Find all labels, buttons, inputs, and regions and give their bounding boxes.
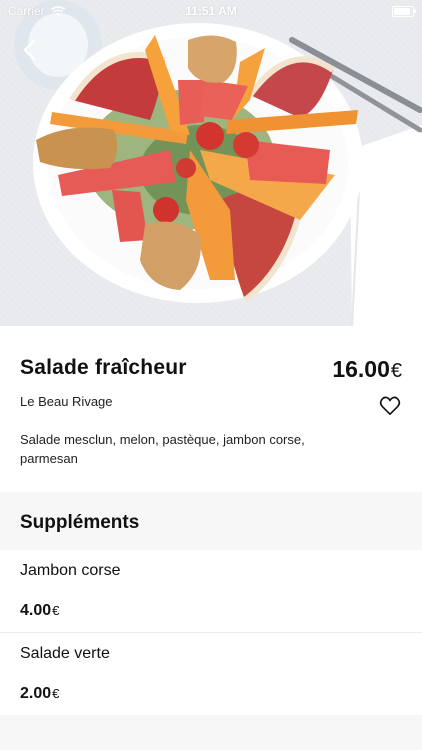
dish-details-card: Salade fraîcheur 16.00 € Le Beau Rivage … xyxy=(0,326,422,492)
dish-photo: Carrier 11:51 AM xyxy=(0,0,422,326)
dish-price-currency: € xyxy=(390,360,402,382)
supplements-title: Suppléments xyxy=(20,512,140,533)
favorite-button[interactable] xyxy=(376,394,404,422)
back-button[interactable] xyxy=(16,36,44,64)
status-time: 11:51 AM xyxy=(185,4,237,18)
supplement-price: 4.00 € xyxy=(20,602,59,620)
dish-price: 16.00 € xyxy=(332,356,402,383)
status-bar: Carrier 11:51 AM xyxy=(0,0,422,22)
heart-outline-icon xyxy=(379,396,401,421)
supplement-item[interactable]: Jambon corse 4.00 € xyxy=(0,550,422,632)
battery-icon xyxy=(392,5,416,17)
supplement-price-currency: € xyxy=(52,686,60,701)
wifi-icon xyxy=(50,6,65,16)
dish-price-value: 16.00 xyxy=(332,356,390,382)
supplement-name: Jambon corse xyxy=(20,562,121,579)
carrier-label: Carrier xyxy=(8,4,45,18)
supplement-name: Salade verte xyxy=(20,645,110,662)
supplement-price-value: 4.00 xyxy=(20,602,52,619)
chevron-left-icon xyxy=(22,39,38,61)
supplement-item[interactable]: Salade verte 2.00 € xyxy=(0,633,422,715)
dish-name: Salade fraîcheur xyxy=(20,356,187,379)
supplements-header: Suppléments xyxy=(0,492,422,550)
restaurant-name: Le Beau Rivage xyxy=(20,394,113,409)
dish-photo-illustration xyxy=(0,0,422,326)
supplement-price: 2.00 € xyxy=(20,685,59,703)
supplement-price-currency: € xyxy=(52,603,60,618)
dish-description: Salade mesclun, melon, pastèque, jambon … xyxy=(20,432,305,466)
status-left: Carrier xyxy=(8,4,65,18)
supplement-price-value: 2.00 xyxy=(20,685,52,702)
